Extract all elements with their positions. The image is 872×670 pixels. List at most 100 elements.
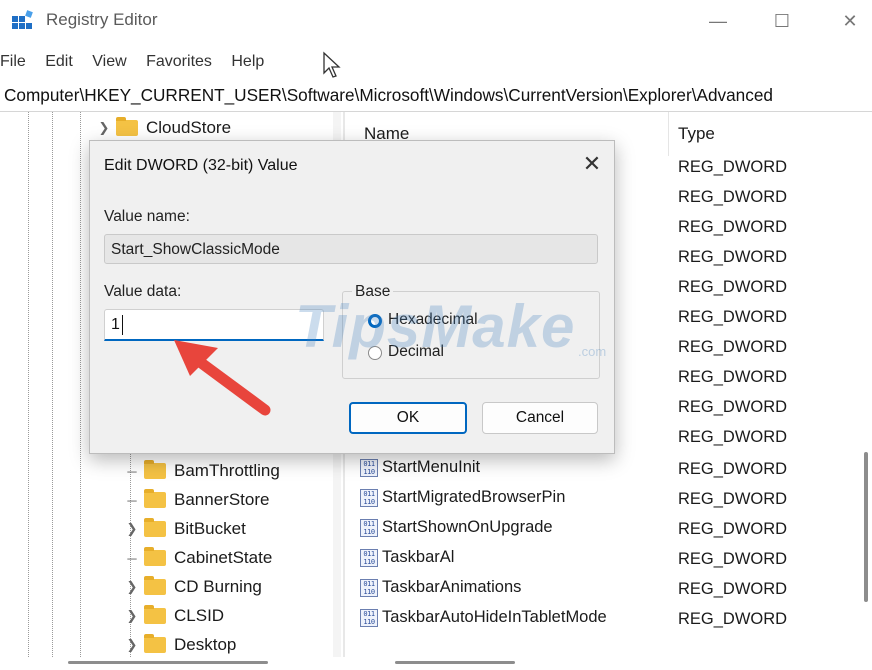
text-caret	[122, 315, 123, 335]
menu-file[interactable]: File	[0, 48, 26, 76]
reg-binary-icon: 011 110	[360, 548, 378, 567]
value-name-text: Start_ShowClassicMode	[111, 241, 280, 258]
tree-item-label: CLSID	[174, 606, 225, 625]
tree-connector: ─	[127, 463, 137, 479]
menu-help[interactable]: Help	[231, 48, 264, 76]
list-row[interactable]: 011 110 TaskbarAl	[360, 548, 454, 567]
tree-item[interactable]: ─ BannerStore	[124, 486, 269, 514]
column-divider[interactable]	[668, 112, 669, 156]
tree-item-label: CD Burning	[174, 577, 262, 596]
reg-binary-icon: 011 110	[360, 578, 378, 597]
cancel-button[interactable]: Cancel	[482, 402, 598, 434]
tree-item-label: Desktop	[174, 635, 237, 654]
dialog-close-icon[interactable]: ✕	[578, 151, 606, 177]
tree-item[interactable]: ─ CabinetState	[124, 544, 272, 572]
tree-connector: ─	[127, 492, 137, 508]
type-cell: REG_DWORD	[678, 338, 788, 356]
value-name: StartShownOnUpgrade	[382, 518, 553, 536]
title-bar: Registry Editor — ☐ ✕	[0, 0, 872, 42]
value-name: TaskbarAutoHideInTabletMode	[382, 608, 607, 626]
list-row[interactable]: 011 110 StartShownOnUpgrade	[360, 518, 553, 537]
menu-view[interactable]: View	[92, 48, 126, 76]
type-cell: REG_DWORD	[678, 428, 788, 446]
annotation-arrow-icon	[174, 340, 271, 416]
type-cell: REG_DWORD	[678, 398, 788, 416]
type-cell: REG_DWORD	[678, 218, 788, 236]
tree-item-label: CabinetState	[174, 548, 273, 567]
tree-item[interactable]: ❯ CLSID	[124, 602, 224, 630]
tree-item[interactable]: ─ BamThrottling	[124, 457, 280, 485]
chevron-right-icon[interactable]: ❯	[124, 608, 140, 624]
tree-item[interactable]: ❯ Desktop	[124, 631, 236, 657]
folder-icon	[116, 117, 138, 136]
value-name-field: Start_ShowClassicMode	[104, 234, 598, 264]
chevron-right-icon[interactable]: ❯	[96, 120, 112, 136]
folder-icon	[144, 489, 166, 508]
folder-icon	[144, 460, 166, 479]
type-cell: REG_DWORD	[678, 188, 788, 206]
registry-editor-icon	[12, 10, 33, 29]
type-cell: REG_DWORD	[678, 460, 788, 478]
value-name: TaskbarAnimations	[382, 578, 522, 596]
type-cell: REG_DWORD	[678, 158, 788, 176]
value-data-text[interactable]: 1	[111, 316, 120, 334]
type-cell: REG_DWORD	[678, 278, 788, 296]
tree-guide-line	[28, 112, 29, 657]
reg-binary-icon: 011 110	[360, 458, 378, 477]
type-cell: REG_DWORD	[678, 550, 788, 568]
close-window-button[interactable]: ✕	[828, 4, 872, 38]
window-title: Registry Editor	[46, 10, 158, 29]
tree-guide-line	[80, 112, 81, 657]
list-row[interactable]: 011 110 TaskbarAnimations	[360, 578, 521, 597]
folder-icon	[144, 605, 166, 624]
tree-item[interactable]: ❯ BitBucket	[124, 515, 246, 543]
tree-item[interactable]: ❯ CD Burning	[124, 573, 262, 601]
value-data-label: Value data:	[104, 283, 182, 300]
list-hscroll-thumb[interactable]	[395, 661, 515, 664]
tree-hscroll-thumb[interactable]	[68, 661, 268, 664]
list-row[interactable]: 011 110 TaskbarAutoHideInTabletMode	[360, 608, 607, 627]
menu-favorites[interactable]: Favorites	[146, 48, 212, 76]
watermark-suffix: .com	[578, 344, 607, 359]
type-cell: REG_DWORD	[678, 520, 788, 538]
reg-binary-icon: 011 110	[360, 608, 378, 627]
folder-icon	[144, 547, 166, 566]
tree-item-label: BamThrottling	[174, 461, 280, 480]
type-cell: REG_DWORD	[678, 308, 788, 326]
value-name: StartMenuInit	[382, 458, 481, 476]
list-row[interactable]: 011 110 StartMigratedBrowserPin	[360, 488, 565, 507]
menu-bar: File Edit View Favorites Help	[0, 48, 269, 76]
tree-item-label: BannerStore	[174, 490, 270, 509]
folder-icon	[144, 634, 166, 653]
dialog-title: Edit DWORD (32-bit) Value	[104, 157, 298, 174]
chevron-right-icon[interactable]: ❯	[124, 579, 140, 595]
value-name: TaskbarAl	[382, 548, 455, 566]
menu-edit[interactable]: Edit	[45, 48, 73, 76]
address-path[interactable]: Computer\HKEY_CURRENT_USER\Software\Micr…	[4, 85, 773, 106]
folder-icon	[144, 576, 166, 595]
type-cell: REG_DWORD	[678, 610, 788, 628]
tree-item-label: CloudStore	[146, 118, 232, 137]
chevron-right-icon[interactable]: ❯	[124, 521, 140, 537]
maximize-button[interactable]: ☐	[760, 4, 804, 38]
chevron-right-icon[interactable]: ❯	[124, 637, 140, 653]
reg-binary-icon: 011 110	[360, 518, 378, 537]
value-name-label: Value name:	[104, 208, 190, 225]
value-name: StartMigratedBrowserPin	[382, 488, 566, 506]
tree-item-cloudstore[interactable]: ❯ CloudStore	[96, 114, 231, 142]
ok-button[interactable]: OK	[349, 402, 467, 434]
list-row[interactable]: 011 110 StartMenuInit	[360, 458, 480, 477]
column-header-type[interactable]: Type	[678, 124, 715, 144]
type-cell: REG_DWORD	[678, 490, 788, 508]
type-cell: REG_DWORD	[678, 248, 788, 266]
tree-item-label: BitBucket	[174, 519, 246, 538]
list-scrollbar-thumb[interactable]	[864, 452, 868, 602]
reg-binary-icon: 011 110	[360, 488, 378, 507]
minimize-button[interactable]: —	[696, 4, 740, 38]
address-bar[interactable]: Computer\HKEY_CURRENT_USER\Software\Micr…	[0, 81, 872, 112]
type-cell: REG_DWORD	[678, 368, 788, 386]
mouse-cursor-icon	[323, 51, 341, 78]
tree-connector: ─	[127, 550, 137, 566]
type-cell: REG_DWORD	[678, 580, 788, 598]
folder-icon	[144, 518, 166, 537]
